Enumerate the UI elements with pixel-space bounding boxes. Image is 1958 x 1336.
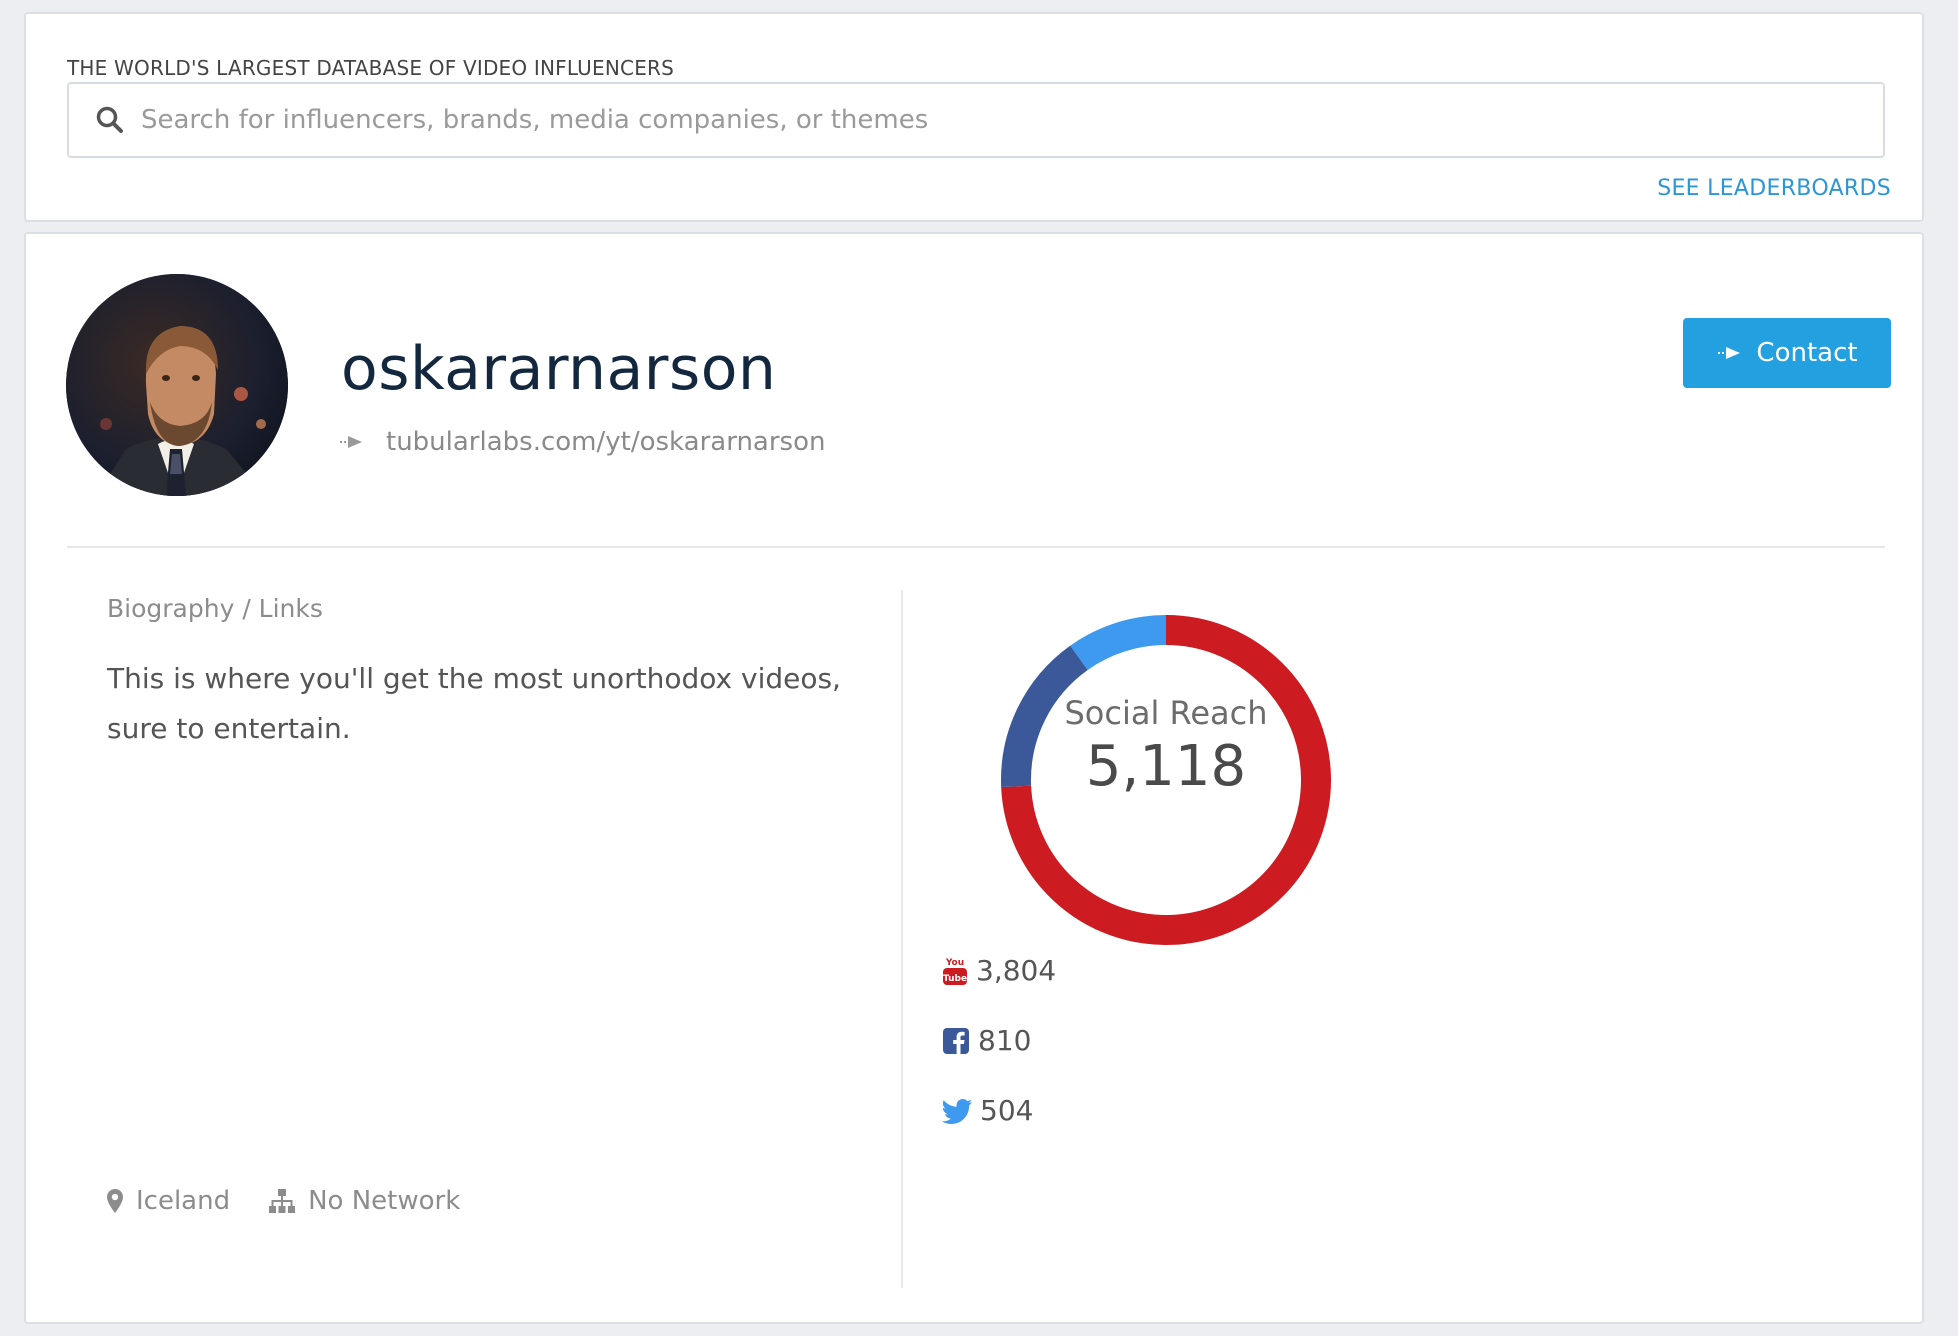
- youtube-reach: You Tube 3,804: [942, 954, 1056, 987]
- network-label: No Network: [308, 1186, 461, 1216]
- location: Iceland: [106, 1186, 230, 1216]
- column-divider: [901, 590, 903, 1288]
- facebook-icon: [943, 1027, 969, 1054]
- see-leaderboards-link[interactable]: SEE LEADERBOARDS: [1657, 176, 1891, 201]
- social-reach-total: 5,118: [1085, 734, 1247, 799]
- twitter-icon: [942, 1098, 972, 1124]
- profile-card: oskararnarson tubularlabs.com/yt/oskarar…: [24, 232, 1924, 1324]
- arrow-right-icon: [340, 436, 362, 448]
- meta-row: Iceland No Network: [106, 1186, 460, 1216]
- facebook-count: 810: [978, 1024, 1032, 1057]
- svg-text:Tube: Tube: [943, 974, 967, 984]
- contact-label: Contact: [1756, 338, 1858, 368]
- avatar-image: [66, 274, 288, 496]
- location-label: Iceland: [136, 1186, 231, 1216]
- bio-text: This is where you'll get the most unorth…: [107, 662, 841, 745]
- profile-name: oskararnarson: [341, 334, 777, 404]
- profile-url[interactable]: tubularlabs.com/yt/oskararnarson: [386, 427, 825, 457]
- twitter-reach: 504: [942, 1094, 1033, 1127]
- network-icon: [269, 1189, 296, 1213]
- facebook-reach: 810: [942, 1024, 1031, 1057]
- avatar[interactable]: [66, 274, 288, 496]
- map-pin-icon: [107, 1189, 123, 1213]
- youtube-icon: You Tube: [943, 958, 967, 985]
- social-reach-label: Social Reach: [1064, 694, 1268, 732]
- bio-heading: Biography / Links: [107, 594, 323, 623]
- youtube-count: 3,804: [976, 954, 1057, 987]
- contact-button[interactable]: Contact: [1683, 318, 1891, 388]
- tagline: THE WORLD'S LARGEST DATABASE OF VIDEO IN…: [67, 56, 675, 80]
- network: No Network: [268, 1186, 460, 1216]
- arrow-right-icon: [1718, 347, 1741, 359]
- search-icon: [96, 106, 123, 133]
- search-card: THE WORLD'S LARGEST DATABASE OF VIDEO IN…: [24, 12, 1924, 222]
- profile-url-row[interactable]: tubularlabs.com/yt/oskararnarson: [338, 427, 825, 457]
- search-box[interactable]: [67, 82, 1885, 158]
- search-input[interactable]: [139, 104, 1883, 136]
- svg-text:You: You: [945, 958, 964, 968]
- twitter-count: 504: [980, 1094, 1034, 1127]
- divider: [67, 546, 1885, 548]
- donut-segment-twitter: [1070, 615, 1167, 671]
